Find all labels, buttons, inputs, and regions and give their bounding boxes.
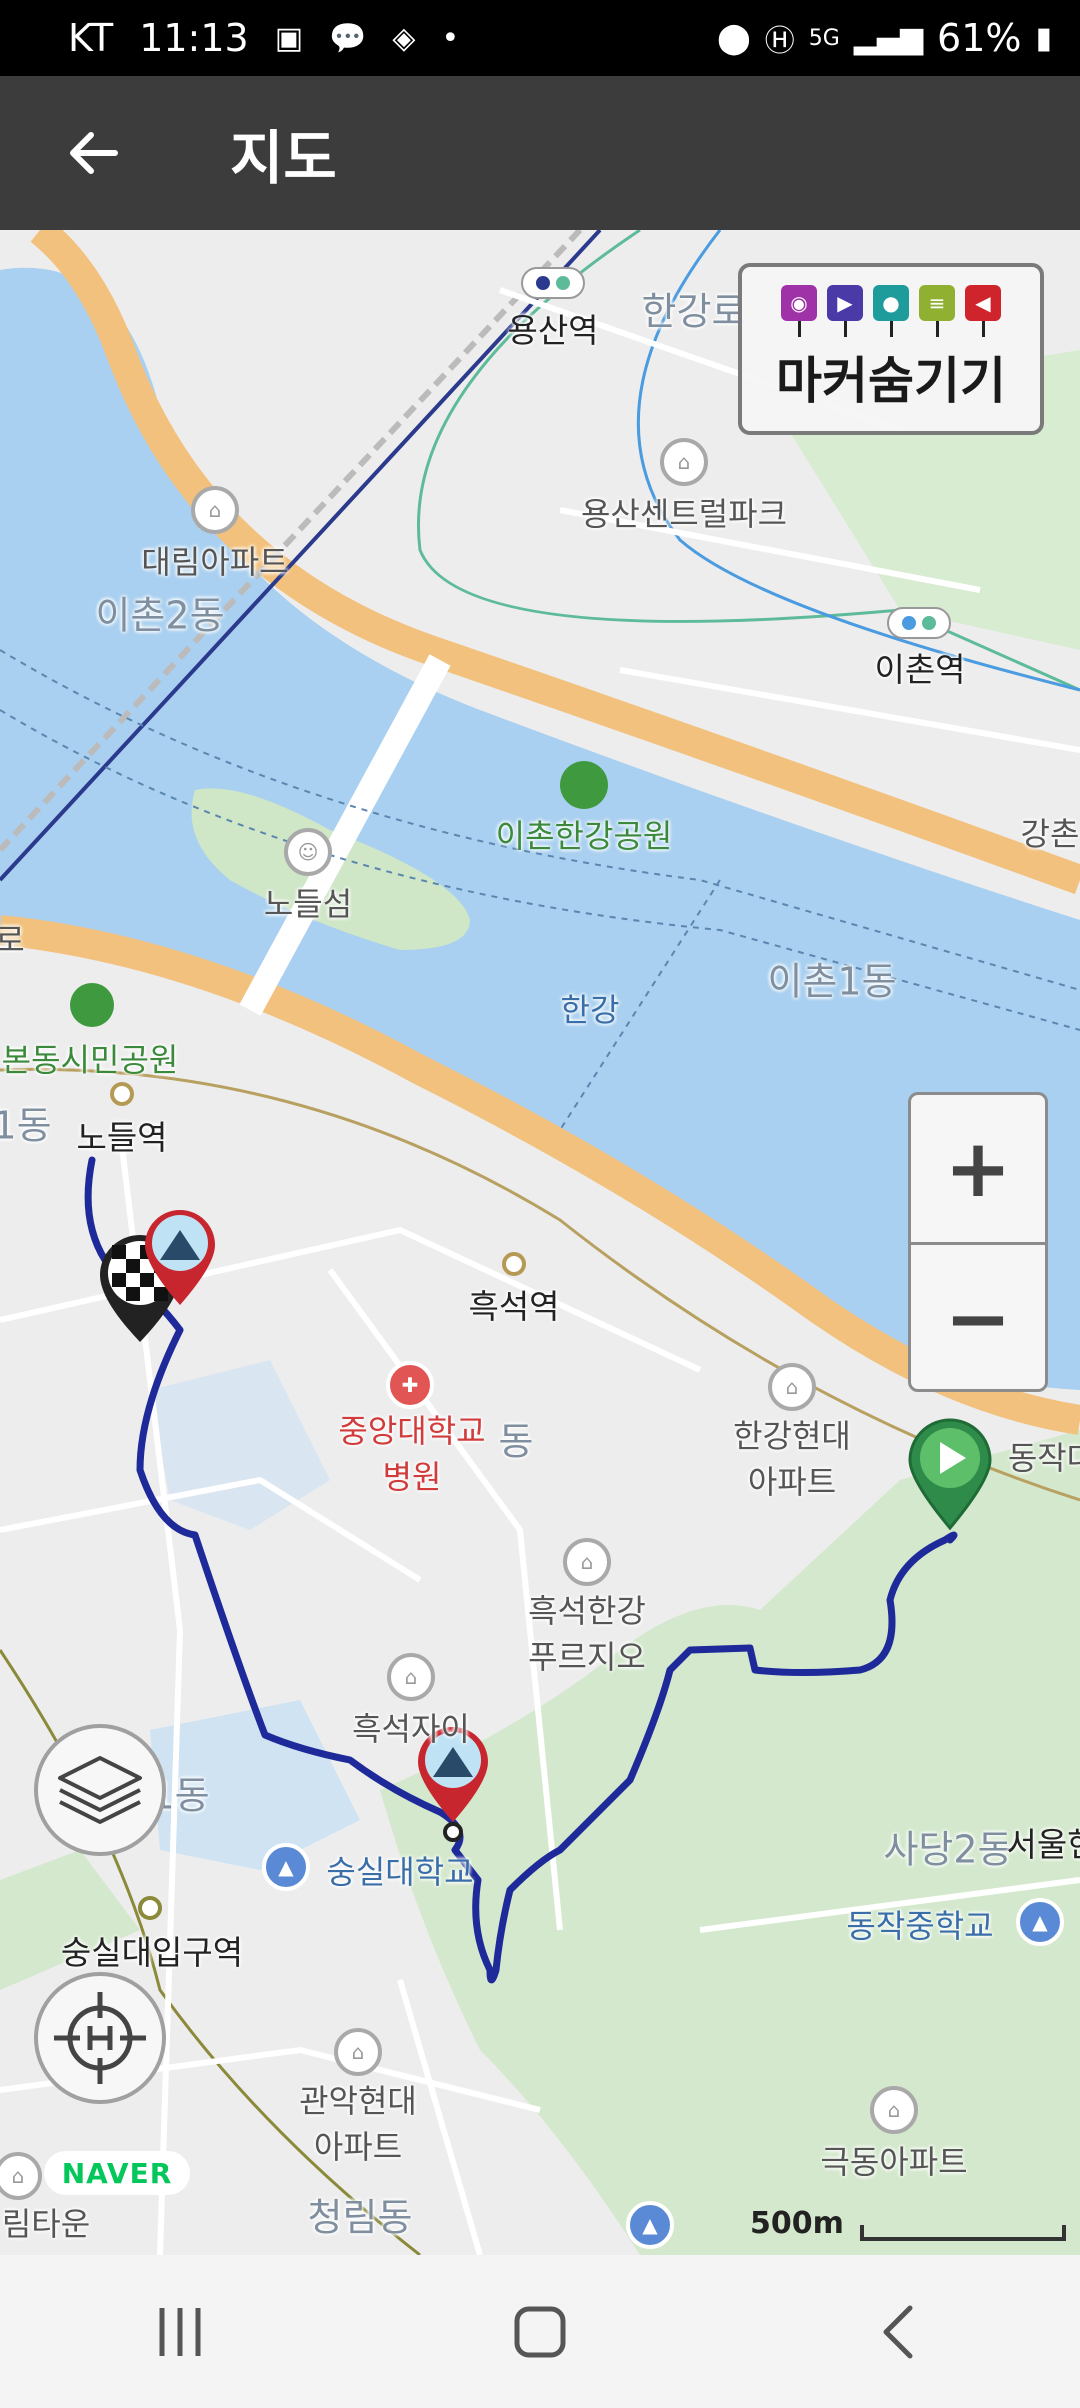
clock: 11:13: [139, 16, 249, 60]
map-label: 강촌: [1020, 815, 1080, 853]
carrier-label: KT: [68, 16, 114, 60]
map-label: 본동시민공원: [1, 1041, 179, 1079]
map-label: 노들섬: [263, 885, 353, 923]
recent-apps-button[interactable]: [105, 2277, 255, 2387]
home-button[interactable]: [465, 2277, 615, 2387]
battery-percent: 61%: [937, 16, 1022, 60]
chevron-left-icon: [883, 2305, 913, 2358]
memo-icon: ≡: [919, 285, 955, 337]
map-label: 서울현: [1006, 1825, 1080, 1864]
back-arrow-icon: [70, 132, 118, 174]
map-label: 대림아파트: [141, 543, 289, 581]
flag-icon: ◀: [965, 285, 1001, 337]
building-pin-icon: ⌂: [768, 1363, 816, 1411]
map-label: 흑석자이: [352, 1710, 470, 1748]
hide-markers-label: 마커숨기기: [776, 352, 1006, 410]
locate-button[interactable]: [34, 1972, 166, 2104]
map-label: 숭실대입구역: [60, 1933, 244, 1972]
location-icon: ⬤: [717, 20, 751, 56]
zoom-out-button[interactable]: −: [911, 1242, 1045, 1389]
school-icon: ▲: [626, 2201, 674, 2249]
map-label: 한강로: [641, 289, 747, 334]
hd-voice-icon: Ⓗ: [764, 24, 795, 59]
home-icon: [514, 2306, 566, 2357]
talk-notification-icon: 💬: [329, 20, 367, 56]
building-pin-icon: ⌂: [191, 486, 239, 534]
map-label: 동작대: [1007, 1439, 1080, 1477]
video-icon: ▶: [827, 285, 863, 337]
map-label: 용산센트럴파크: [580, 495, 788, 533]
map-label: 이촌2동: [95, 593, 225, 638]
camera-icon: ◉: [781, 285, 817, 337]
more-notifications-icon: •: [441, 20, 460, 56]
system-back-button[interactable]: [825, 2277, 975, 2387]
map-label: 동: [498, 1419, 534, 1464]
scale-label: 500m: [750, 2206, 844, 2241]
building-pin-icon: ⌂: [563, 1538, 611, 1586]
system-nav-bar: [0, 2255, 1080, 2408]
network-type: 5G: [808, 25, 840, 51]
landmark-pin-icon: ☺: [284, 828, 332, 876]
zoom-control: + −: [908, 1092, 1048, 1392]
map-label: 림타운: [1, 2205, 91, 2243]
signal-icon: ▂▄▆: [853, 20, 924, 56]
map-label: 한강: [560, 991, 620, 1029]
naver-logo: NAVER: [44, 2151, 190, 2195]
building-pin-icon: ⌂: [660, 438, 708, 486]
map-label: 흑석역: [468, 1287, 560, 1326]
building-pin-icon: ⌂: [870, 2086, 918, 2134]
map-label: 이촌한강공원: [495, 817, 673, 855]
map-label: 동작중학교: [846, 1907, 994, 1945]
map-label: 관악현대 아파트: [299, 2082, 417, 2166]
building-pin-icon: ⌂: [387, 1653, 435, 1701]
mic-icon: ●: [873, 285, 909, 337]
map-label: 사당2동: [883, 1827, 1013, 1872]
map-label: 청림동: [307, 2195, 413, 2240]
recent-apps-icon: [159, 2307, 201, 2356]
building-pin-icon: ⌂: [334, 2028, 382, 2076]
battery-icon: ▮: [1035, 20, 1052, 56]
map-label: 1동: [0, 1103, 52, 1148]
map-label: 용산역: [507, 311, 599, 350]
map-label: 노들역: [76, 1118, 168, 1157]
map-label: 흑석한강 푸르지오: [528, 1592, 646, 1676]
app-bar: 지도: [0, 76, 1080, 230]
map-label: 중앙대학교 병원: [338, 1412, 486, 1496]
gallery-notification-icon: ▣: [274, 20, 304, 56]
map-label: 이촌역: [874, 650, 966, 689]
school-icon: ▲: [1016, 1898, 1064, 1946]
school-icon: ▲: [262, 1843, 310, 1891]
map-label: 이촌1동: [767, 959, 897, 1004]
scale-bar: [859, 2225, 1066, 2241]
layers-button[interactable]: [34, 1724, 166, 1856]
map-label: 로: [0, 921, 25, 959]
crosshair-icon: [54, 1992, 146, 2084]
zoom-in-button[interactable]: +: [911, 1095, 1045, 1242]
hide-markers-button[interactable]: ◉ ▶ ● ≡ ◀ 마커숨기기: [738, 263, 1044, 435]
map-label: 극동아파트: [820, 2143, 968, 2181]
map-view[interactable]: ⌂ ⌂ ☺ ⌂ ⌂ ⌂ ⌂ ⌂ ⌂ ✚ ▲ ▲ ▲ 용산역 한강로 용산센트럴파…: [0, 230, 1080, 2255]
layers-icon: [58, 1756, 142, 1824]
hospital-icon: ✚: [386, 1361, 434, 1409]
map-label: 한강현대 아파트: [733, 1417, 851, 1501]
status-bar: KT 11:13 ▣ 💬 ◈ • ⬤ Ⓗ 5G ▂▄▆ 61% ▮: [0, 0, 1080, 76]
back-button[interactable]: [48, 108, 138, 198]
page-title: 지도: [230, 124, 337, 192]
map-scale: 500m: [750, 2206, 1066, 2241]
map-label: 숭실대학교: [326, 1853, 474, 1891]
app-notification-icon: ◈: [392, 20, 416, 56]
